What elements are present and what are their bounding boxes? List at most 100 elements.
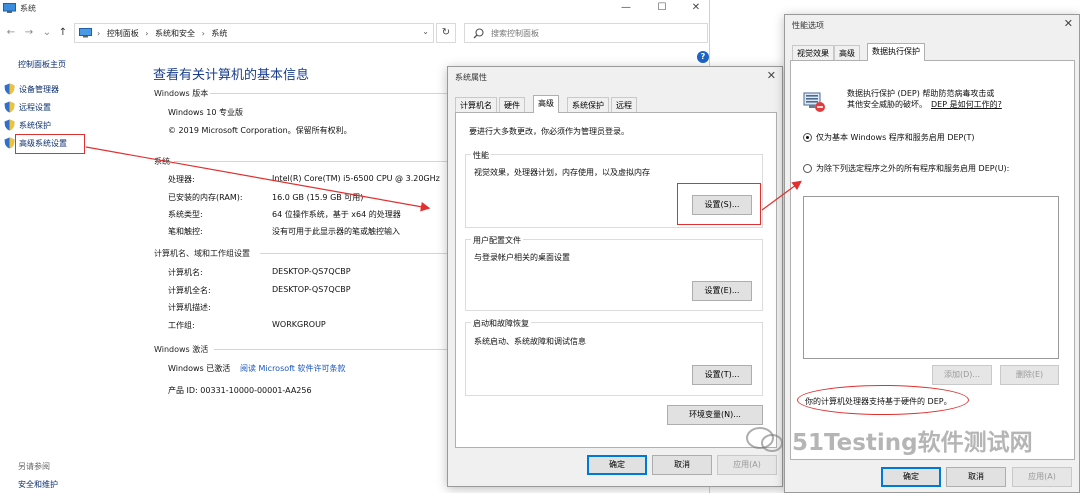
info-label: 处理器: [168, 175, 195, 184]
close-button[interactable]: ✕ [684, 1, 708, 15]
address-bar[interactable]: › 控制面板 › 系统和安全 › 系统 ⌄ [74, 23, 434, 43]
dialog-title: 系统属性 [455, 73, 487, 82]
section-heading: 计算机名、域和工作组设置 [154, 249, 250, 258]
group-description: 与登录帐户相关的桌面设置 [474, 253, 570, 262]
page-title: 查看有关计算机的基本信息 [153, 68, 310, 83]
see-also-heading: 另请参阅 [18, 462, 50, 471]
tab-visual-effects[interactable]: 视觉效果 [792, 45, 834, 60]
group-title: 用户配置文件 [471, 235, 523, 246]
info-value: 没有可用于此显示器的笔或触控输入 [272, 227, 400, 236]
annotation-highlight-box [677, 183, 761, 225]
security-maintenance-link[interactable]: 安全和维护 [18, 479, 58, 490]
breadcrumb-item[interactable]: 系统和安全 [155, 29, 195, 38]
dep-description-line2: 其他安全威胁的破坏。 [847, 100, 927, 109]
title-bar: 系统 — ☐ ✕ [0, 0, 709, 17]
info-value: WORKGROUP [272, 320, 326, 329]
performance-options-dialog: 性能选项 ✕ 视觉效果 高级 数据执行保护 数据执行保护 (DEP) 帮助防范病… [784, 14, 1080, 493]
computer-icon [3, 3, 16, 14]
startup-settings-button[interactable]: 设置(T)... [692, 365, 752, 385]
cancel-button[interactable]: 取消 [652, 455, 712, 475]
product-id: 产品 ID: 00331-10000-00001-AA256 [168, 386, 312, 395]
group-description: 系统启动、系统故障和调试信息 [474, 337, 586, 346]
wechat-icon [745, 426, 785, 454]
divider [214, 349, 450, 350]
control-panel-icon [79, 28, 92, 38]
dialog-title: 性能选项 [792, 21, 824, 30]
apply-button[interactable]: 应用(A) [1012, 467, 1072, 487]
dep-option-all-radio[interactable] [803, 164, 812, 173]
dep-shield-monitor-icon [803, 91, 827, 113]
annotation-highlight-ellipse [797, 385, 969, 415]
group-description: 视觉效果，处理器计划，内存使用，以及虚拟内存 [474, 168, 650, 177]
ok-button[interactable]: 确定 [587, 455, 647, 475]
sidebar-item-label: 远程设置 [19, 103, 51, 112]
tab-computer-name[interactable]: 计算机名 [455, 97, 497, 112]
up-arrow-icon[interactable]: ↑ [56, 26, 70, 40]
shield-icon [4, 101, 15, 113]
divider [260, 253, 450, 254]
info-label: 笔和触控: [168, 227, 203, 236]
dep-description-line1: 数据执行保护 (DEP) 帮助防范病毒攻击或 [847, 89, 995, 98]
section-heading: Windows 激活 [154, 345, 209, 354]
tab-remote[interactable]: 远程 [611, 97, 637, 112]
history-dropdown-icon[interactable]: ⌄ [40, 26, 54, 40]
group-title: 启动和故障恢复 [471, 318, 531, 329]
shield-icon [4, 137, 15, 149]
tab-hardware[interactable]: 硬件 [499, 97, 525, 112]
address-dropdown-icon[interactable]: ⌄ [422, 27, 429, 36]
tab-system-protection[interactable]: 系统保护 [567, 97, 609, 112]
maximize-button[interactable]: ☐ [650, 1, 674, 15]
navigation-bar: ← → ⌄ ↑ › 控制面板 › 系统和安全 › 系统 ⌄ ↻ 搜索控制面板 [0, 22, 710, 44]
tab-advanced[interactable]: 高级 [834, 45, 860, 60]
dep-exception-list[interactable] [803, 196, 1059, 359]
system-properties-dialog: 系统属性 ✕ 计算机名 硬件 高级 系统保护 远程 要进行大多数更改，你必须作为… [447, 66, 783, 487]
search-input[interactable]: 搜索控制面板 [464, 23, 708, 43]
info-label: 已安装的内存(RAM): [168, 193, 243, 202]
forward-arrow-icon[interactable]: → [22, 26, 36, 40]
group-title: 性能 [471, 150, 491, 161]
advanced-tab-panel: 要进行大多数更改，你必须作为管理员登录。 性能 视觉效果，处理器计划，内存使用，… [455, 112, 777, 448]
environment-variables-button[interactable]: 环境变量(N)... [667, 405, 763, 425]
ok-button[interactable]: 确定 [881, 467, 941, 487]
add-program-button[interactable]: 添加(D)... [932, 365, 992, 385]
breadcrumb-item[interactable]: 控制面板 [107, 29, 139, 38]
tab-dep[interactable]: 数据执行保护 [867, 43, 925, 61]
help-icon[interactable]: ? [697, 51, 709, 63]
annotation-highlight-box [15, 134, 85, 154]
sidebar-item-label: 系统保护 [19, 121, 51, 130]
breadcrumb: › 控制面板 › 系统和安全 › 系统 [97, 29, 228, 38]
windows-edition: Windows 10 专业版 [168, 108, 243, 117]
window-title: 系统 [20, 4, 36, 13]
info-value: 16.0 GB (15.9 GB 可用) [272, 193, 364, 202]
info-value: Intel(R) Core(TM) i5-6500 CPU @ 3.20GHz [272, 174, 440, 183]
info-value: 64 位操作系统，基于 x64 的处理器 [272, 210, 401, 219]
radio-label: 仅为基本 Windows 程序和服务启用 DEP(T) [816, 133, 975, 142]
remove-program-button[interactable]: 删除(E) [1000, 365, 1059, 385]
search-icon [473, 28, 484, 39]
minimize-button[interactable]: — [614, 1, 638, 15]
search-placeholder: 搜索控制面板 [491, 29, 539, 38]
tab-advanced[interactable]: 高级 [533, 95, 559, 113]
back-arrow-icon[interactable]: ← [4, 26, 18, 40]
close-icon[interactable]: ✕ [1064, 17, 1073, 30]
info-label: 计算机名: [168, 268, 203, 277]
control-panel-home-link[interactable]: 控制面板主页 [18, 59, 66, 70]
info-label: 计算机描述: [168, 303, 211, 312]
sidebar-item-label: 设备管理器 [19, 85, 59, 94]
dep-how-it-works-link[interactable]: DEP 是如何工作的? [931, 99, 1002, 110]
divider [174, 161, 450, 162]
cancel-button[interactable]: 取消 [946, 467, 1006, 487]
refresh-button[interactable]: ↻ [436, 23, 456, 43]
license-terms-link[interactable]: 阅读 Microsoft 软件许可条款 [240, 363, 346, 374]
breadcrumb-item[interactable]: 系统 [211, 29, 227, 38]
activation-status: Windows 已激活 [168, 364, 231, 373]
admin-note: 要进行大多数更改，你必须作为管理员登录。 [469, 127, 629, 136]
info-label: 工作组: [168, 321, 195, 330]
user-profiles-settings-button[interactable]: 设置(E)... [692, 281, 752, 301]
dep-option-essential-radio[interactable] [803, 133, 812, 142]
apply-button[interactable]: 应用(A) [717, 455, 777, 475]
startup-recovery-group: 启动和故障恢复 系统启动、系统故障和调试信息 设置(T)... [465, 318, 763, 396]
watermark-text: 51Testing软件测试网 [792, 430, 1033, 456]
section-heading: 系统 [154, 157, 170, 166]
close-icon[interactable]: ✕ [767, 69, 776, 82]
